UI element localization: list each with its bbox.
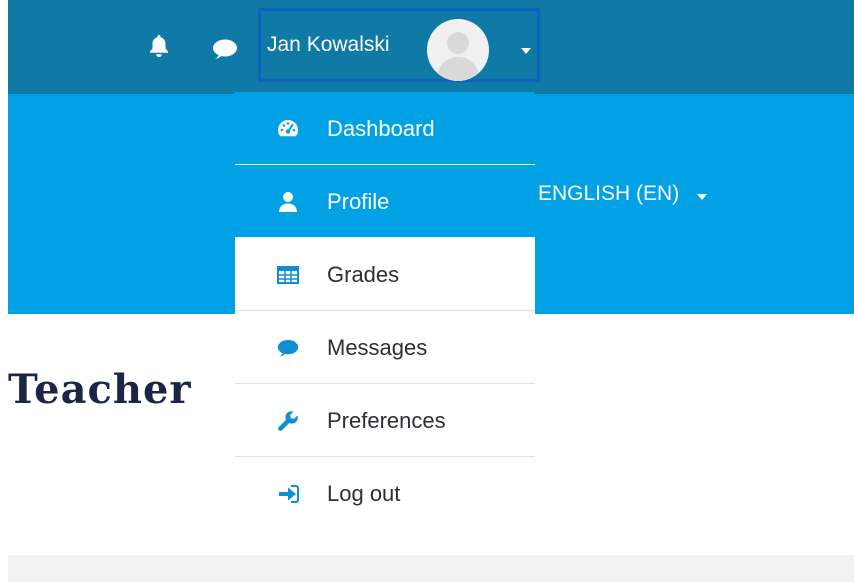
user-icon bbox=[277, 191, 299, 213]
chevron-down-icon bbox=[521, 41, 531, 59]
menu-item-label: Log out bbox=[327, 481, 401, 506]
menu-item-label: Messages bbox=[327, 335, 428, 360]
avatar bbox=[427, 19, 489, 81]
messages-chat-icon[interactable] bbox=[212, 38, 238, 60]
menu-item-messages[interactable]: Messages bbox=[235, 311, 535, 384]
language-label: ENGLISH (EN) bbox=[538, 182, 680, 205]
dashboard-icon bbox=[277, 118, 299, 140]
table-icon bbox=[277, 264, 299, 286]
language-selector[interactable]: ENGLISH (EN) bbox=[538, 182, 708, 206]
menu-item-label: Dashboard bbox=[327, 116, 435, 141]
page-footer-strip bbox=[8, 555, 854, 582]
chat-bubble-icon bbox=[277, 337, 299, 359]
user-name: Jan Kowalski bbox=[267, 33, 390, 56]
notifications-bell-icon[interactable] bbox=[148, 34, 170, 58]
menu-item-label: Profile bbox=[327, 189, 390, 214]
menu-item-grades[interactable]: Grades bbox=[235, 238, 535, 311]
menu-item-logout[interactable]: Log out bbox=[235, 457, 535, 530]
user-dropdown-menu: Dashboard Profile Grades Messages Prefer… bbox=[235, 92, 535, 530]
menu-item-label: Preferences bbox=[327, 408, 446, 433]
page-title: Teacher bbox=[8, 366, 192, 413]
wrench-icon bbox=[277, 410, 299, 432]
user-menu-toggle[interactable]: Jan Kowalski bbox=[258, 8, 540, 82]
menu-item-profile[interactable]: Profile bbox=[235, 165, 535, 238]
chevron-down-icon bbox=[697, 182, 708, 206]
menu-item-dashboard[interactable]: Dashboard bbox=[235, 92, 535, 165]
menu-item-label: Grades bbox=[327, 262, 400, 287]
menu-item-preferences[interactable]: Preferences bbox=[235, 384, 535, 457]
sign-out-icon bbox=[277, 483, 299, 505]
